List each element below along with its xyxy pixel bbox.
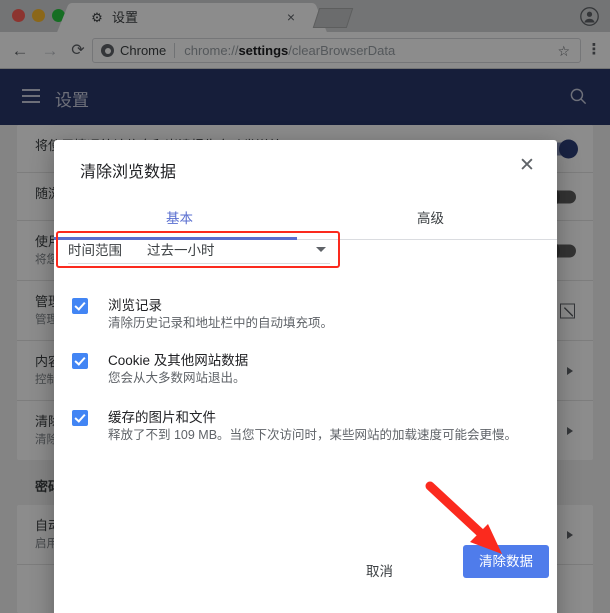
checkbox-title: 浏览记录 <box>108 298 162 313</box>
checkbox[interactable] <box>72 353 88 369</box>
checkbox-title: 缓存的图片和文件 <box>108 410 216 425</box>
browser-window: ⚙ 设置 × ← → ⟳ Chrome chrome://settings/cl… <box>0 0 610 613</box>
checkbox[interactable] <box>72 298 88 314</box>
time-range-value: 过去一小时 <box>147 243 215 258</box>
checkbox-subtitle: 清除历史记录和地址栏中的自动填充项。 <box>108 316 334 330</box>
dialog-title: 清除浏览数据 <box>80 164 177 181</box>
checkbox-subtitle: 释放了不到 109 MB。当您下次访问时，某些网站的加载速度可能会更慢。 <box>108 428 518 442</box>
chevron-down-icon[interactable] <box>316 247 326 252</box>
tab-advanced[interactable]: 高级 <box>305 199 556 239</box>
checkbox-title: Cookie 及其他网站数据 <box>108 353 249 368</box>
annotation-arrow-icon <box>425 481 502 554</box>
close-icon[interactable]: ✕ <box>515 154 539 178</box>
checkbox[interactable] <box>72 410 88 426</box>
cancel-button[interactable]: 取消 <box>354 552 405 588</box>
time-range-select[interactable]: 时间范围 过去一小时 <box>68 238 330 264</box>
time-range-label: 时间范围 <box>68 243 122 258</box>
checkbox-subtitle: 您会从大多数网站退出。 <box>108 371 246 385</box>
